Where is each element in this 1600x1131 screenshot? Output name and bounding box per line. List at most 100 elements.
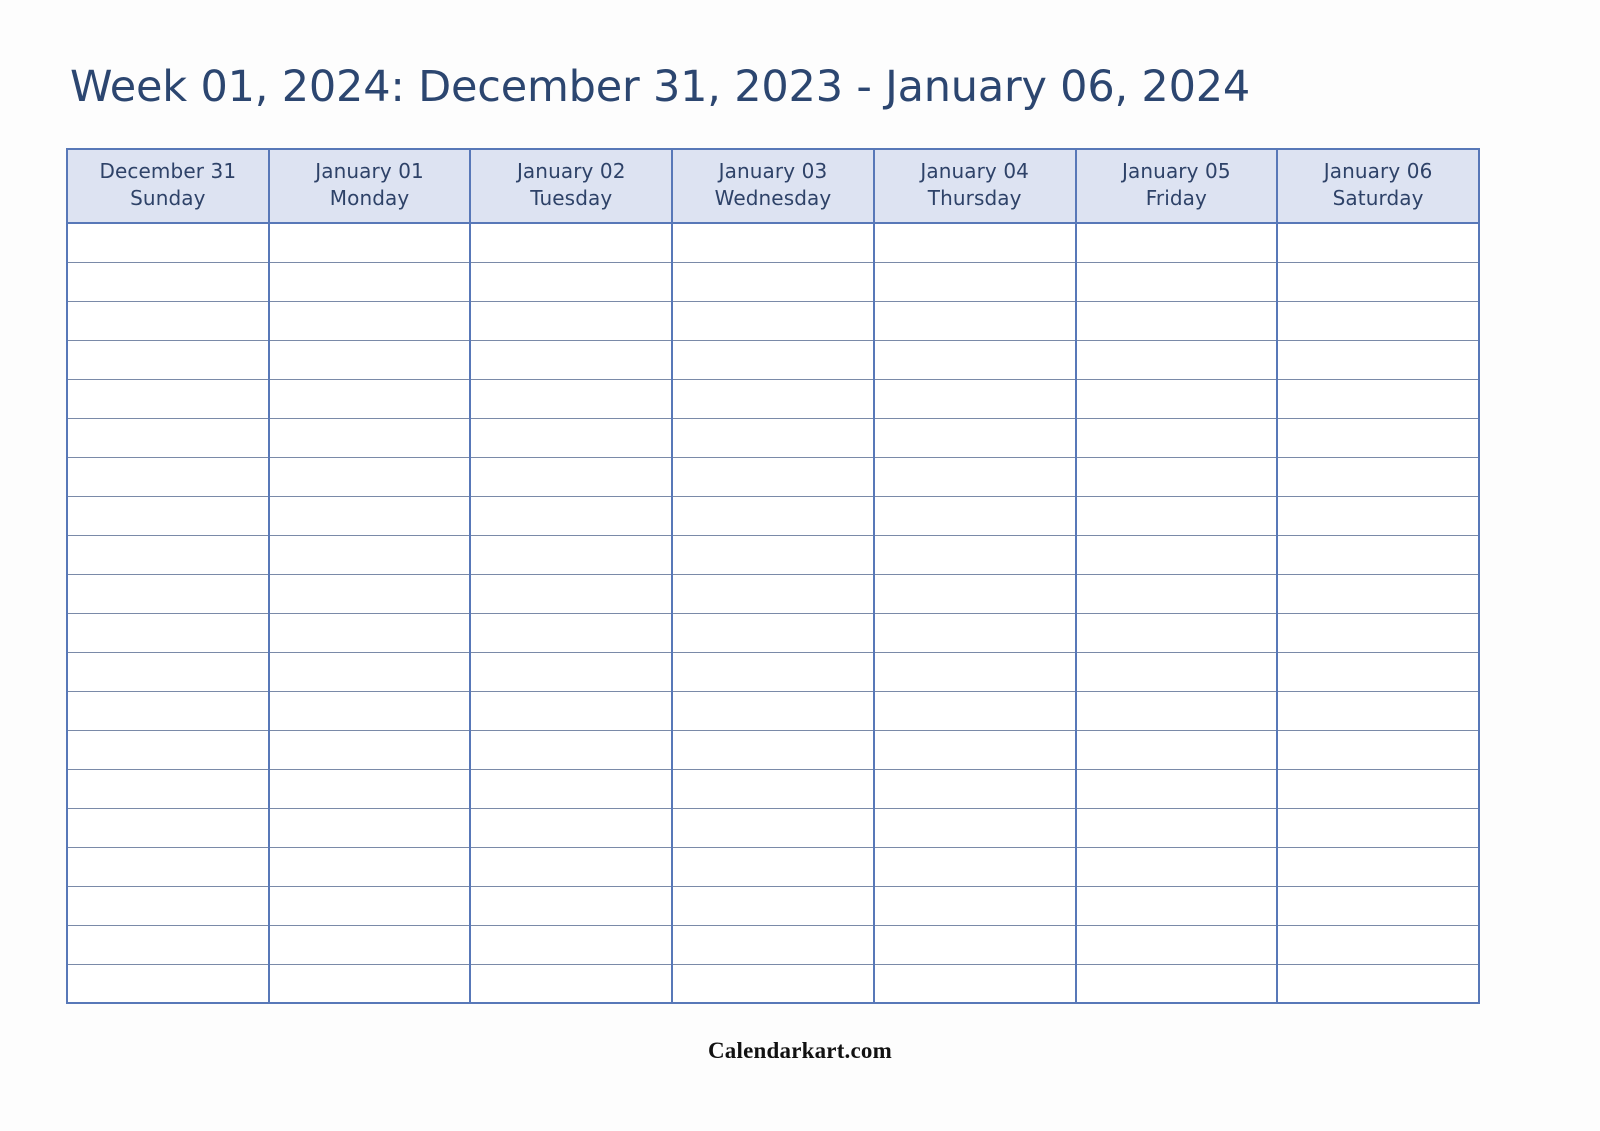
entry-cell[interactable] [470, 496, 674, 536]
entry-cell[interactable] [1277, 730, 1479, 770]
entry-cell[interactable] [1277, 691, 1479, 731]
entry-cell[interactable] [672, 691, 875, 731]
entry-cell[interactable] [873, 457, 1077, 497]
entry-cell[interactable] [873, 808, 1077, 848]
entry-cell[interactable] [1075, 340, 1279, 380]
entry-cell[interactable] [268, 496, 472, 536]
entry-cell[interactable] [67, 886, 270, 926]
entry-cell[interactable] [268, 613, 472, 653]
entry-cell[interactable] [470, 340, 674, 380]
entry-cell[interactable] [67, 964, 270, 1003]
entry-cell[interactable] [1277, 613, 1479, 653]
entry-cell[interactable] [268, 574, 472, 614]
entry-cell[interactable] [268, 886, 472, 926]
entry-cell[interactable] [268, 340, 472, 380]
entry-cell[interactable] [470, 886, 674, 926]
entry-cell[interactable] [1075, 496, 1279, 536]
entry-cell[interactable] [470, 613, 674, 653]
entry-cell[interactable] [672, 301, 875, 341]
entry-cell[interactable] [1075, 691, 1279, 731]
entry-cell[interactable] [672, 964, 875, 1003]
entry-cell[interactable] [873, 301, 1077, 341]
entry-cell[interactable] [1075, 964, 1279, 1003]
entry-cell[interactable] [672, 613, 875, 653]
entry-cell[interactable] [873, 613, 1077, 653]
entry-cell[interactable] [470, 418, 674, 458]
entry-cell[interactable] [873, 769, 1077, 809]
entry-cell[interactable] [672, 574, 875, 614]
entry-cell[interactable] [1277, 301, 1479, 341]
entry-cell[interactable] [268, 301, 472, 341]
entry-cell[interactable] [67, 340, 270, 380]
entry-cell[interactable] [672, 808, 875, 848]
entry-cell[interactable] [67, 379, 270, 419]
entry-cell[interactable] [1075, 379, 1279, 419]
entry-cell[interactable] [1277, 496, 1479, 536]
entry-cell[interactable] [67, 769, 270, 809]
entry-cell[interactable] [268, 691, 472, 731]
entry-cell[interactable] [1277, 379, 1479, 419]
entry-cell[interactable] [268, 847, 472, 887]
entry-cell[interactable] [470, 691, 674, 731]
entry-cell[interactable] [1075, 535, 1279, 575]
entry-cell[interactable] [67, 847, 270, 887]
entry-cell[interactable] [1075, 925, 1279, 965]
entry-cell[interactable] [672, 847, 875, 887]
entry-cell[interactable] [1277, 340, 1479, 380]
entry-cell[interactable] [470, 379, 674, 419]
entry-cell[interactable] [470, 964, 674, 1003]
entry-cell[interactable] [268, 535, 472, 575]
entry-cell[interactable] [873, 574, 1077, 614]
entry-cell[interactable] [873, 847, 1077, 887]
entry-cell[interactable] [268, 808, 472, 848]
entry-cell[interactable] [470, 730, 674, 770]
entry-cell[interactable] [470, 925, 674, 965]
entry-cell[interactable] [672, 340, 875, 380]
entry-cell[interactable] [470, 652, 674, 692]
entry-cell[interactable] [470, 262, 674, 302]
entry-cell[interactable] [873, 886, 1077, 926]
entry-cell[interactable] [1075, 808, 1279, 848]
entry-cell[interactable] [672, 379, 875, 419]
entry-cell[interactable] [873, 340, 1077, 380]
entry-cell[interactable] [268, 769, 472, 809]
entry-cell[interactable] [873, 535, 1077, 575]
entry-cell[interactable] [1075, 574, 1279, 614]
entry-cell[interactable] [470, 301, 674, 341]
entry-cell[interactable] [470, 769, 674, 809]
entry-cell[interactable] [470, 847, 674, 887]
entry-cell[interactable] [470, 457, 674, 497]
entry-cell[interactable] [268, 730, 472, 770]
entry-cell[interactable] [1075, 223, 1279, 263]
entry-cell[interactable] [873, 691, 1077, 731]
entry-cell[interactable] [873, 964, 1077, 1003]
entry-cell[interactable] [672, 262, 875, 302]
entry-cell[interactable] [470, 223, 674, 263]
entry-cell[interactable] [1075, 730, 1279, 770]
entry-cell[interactable] [672, 535, 875, 575]
entry-cell[interactable] [470, 535, 674, 575]
entry-cell[interactable] [1277, 769, 1479, 809]
entry-cell[interactable] [1075, 418, 1279, 458]
entry-cell[interactable] [1277, 574, 1479, 614]
entry-cell[interactable] [1075, 457, 1279, 497]
entry-cell[interactable] [1277, 925, 1479, 965]
entry-cell[interactable] [1277, 652, 1479, 692]
entry-cell[interactable] [672, 925, 875, 965]
entry-cell[interactable] [672, 223, 875, 263]
entry-cell[interactable] [470, 808, 674, 848]
entry-cell[interactable] [873, 496, 1077, 536]
entry-cell[interactable] [67, 262, 270, 302]
entry-cell[interactable] [67, 496, 270, 536]
entry-cell[interactable] [1277, 418, 1479, 458]
entry-cell[interactable] [67, 418, 270, 458]
entry-cell[interactable] [268, 457, 472, 497]
entry-cell[interactable] [67, 301, 270, 341]
entry-cell[interactable] [67, 808, 270, 848]
entry-cell[interactable] [268, 418, 472, 458]
entry-cell[interactable] [268, 925, 472, 965]
entry-cell[interactable] [672, 769, 875, 809]
entry-cell[interactable] [873, 925, 1077, 965]
entry-cell[interactable] [268, 964, 472, 1003]
entry-cell[interactable] [67, 652, 270, 692]
